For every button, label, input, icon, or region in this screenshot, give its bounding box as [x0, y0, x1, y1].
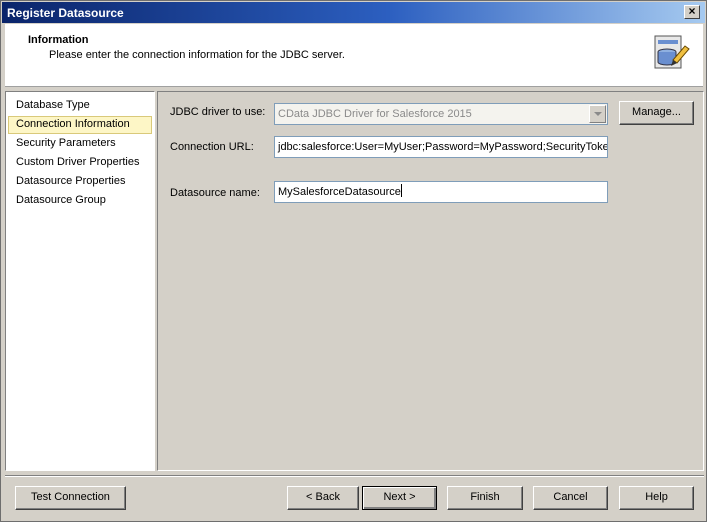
- sidebar-item-connection-information[interactable]: Connection Information: [8, 116, 152, 134]
- header-title: Information: [28, 34, 89, 46]
- database-edit-icon: [654, 35, 690, 69]
- connection-url-value: jdbc:salesforce:User=MyUser;Password=MyP…: [278, 141, 608, 153]
- datasource-name-label: Datasource name:: [170, 187, 260, 199]
- window-title: Register Datasource: [7, 6, 124, 20]
- next-label: Next >: [383, 491, 416, 503]
- finish-button[interactable]: Finish: [447, 486, 523, 510]
- driver-dropdown-button[interactable]: [589, 105, 606, 123]
- close-button[interactable]: ×: [684, 5, 700, 19]
- url-label: Connection URL:: [170, 141, 254, 153]
- text-caret: [400, 184, 402, 197]
- datasource-name-value: MySalesforceDatasource: [278, 186, 401, 198]
- connection-url-input[interactable]: jdbc:salesforce:User=MyUser;Password=MyP…: [274, 136, 608, 158]
- test-connection-label: Test Connection: [31, 491, 110, 503]
- sidebar-item-custom-driver-properties[interactable]: Custom Driver Properties: [8, 154, 152, 172]
- wizard-steps-list: Database Type Connection Information Sec…: [5, 91, 155, 471]
- header-description: Please enter the connection information …: [49, 49, 345, 61]
- manage-button[interactable]: Manage...: [619, 101, 694, 125]
- back-label: < Back: [306, 491, 340, 503]
- driver-value: CData JDBC Driver for Salesforce 2015: [278, 108, 472, 120]
- help-label: Help: [645, 491, 668, 503]
- register-datasource-dialog: Register Datasource × Information Please…: [0, 0, 707, 522]
- next-button[interactable]: Next >: [362, 486, 437, 510]
- back-button[interactable]: < Back: [287, 486, 359, 510]
- cancel-label: Cancel: [553, 491, 588, 503]
- bottom-separator: [5, 475, 704, 477]
- sidebar-item-datasource-group[interactable]: Datasource Group: [8, 192, 152, 210]
- manage-button-label: Manage...: [632, 106, 681, 118]
- sidebar-item-database-type[interactable]: Database Type: [8, 97, 152, 115]
- wizard-header: Information Please enter the connection …: [5, 24, 703, 87]
- connection-information-panel: JDBC driver to use: CData JDBC Driver fo…: [157, 91, 704, 471]
- cancel-button[interactable]: Cancel: [533, 486, 608, 510]
- driver-label: JDBC driver to use:: [170, 106, 266, 118]
- title-bar[interactable]: Register Datasource ×: [2, 2, 705, 23]
- chevron-down-icon: [594, 112, 602, 116]
- finish-label: Finish: [470, 491, 500, 503]
- sidebar-item-datasource-properties[interactable]: Datasource Properties: [8, 173, 152, 191]
- sidebar-item-security-parameters[interactable]: Security Parameters: [8, 135, 152, 153]
- close-icon: ×: [688, 4, 696, 18]
- test-connection-button[interactable]: Test Connection: [15, 486, 126, 510]
- driver-select[interactable]: CData JDBC Driver for Salesforce 2015: [274, 103, 608, 125]
- datasource-name-input[interactable]: MySalesforceDatasource: [274, 181, 608, 203]
- help-button[interactable]: Help: [619, 486, 694, 510]
